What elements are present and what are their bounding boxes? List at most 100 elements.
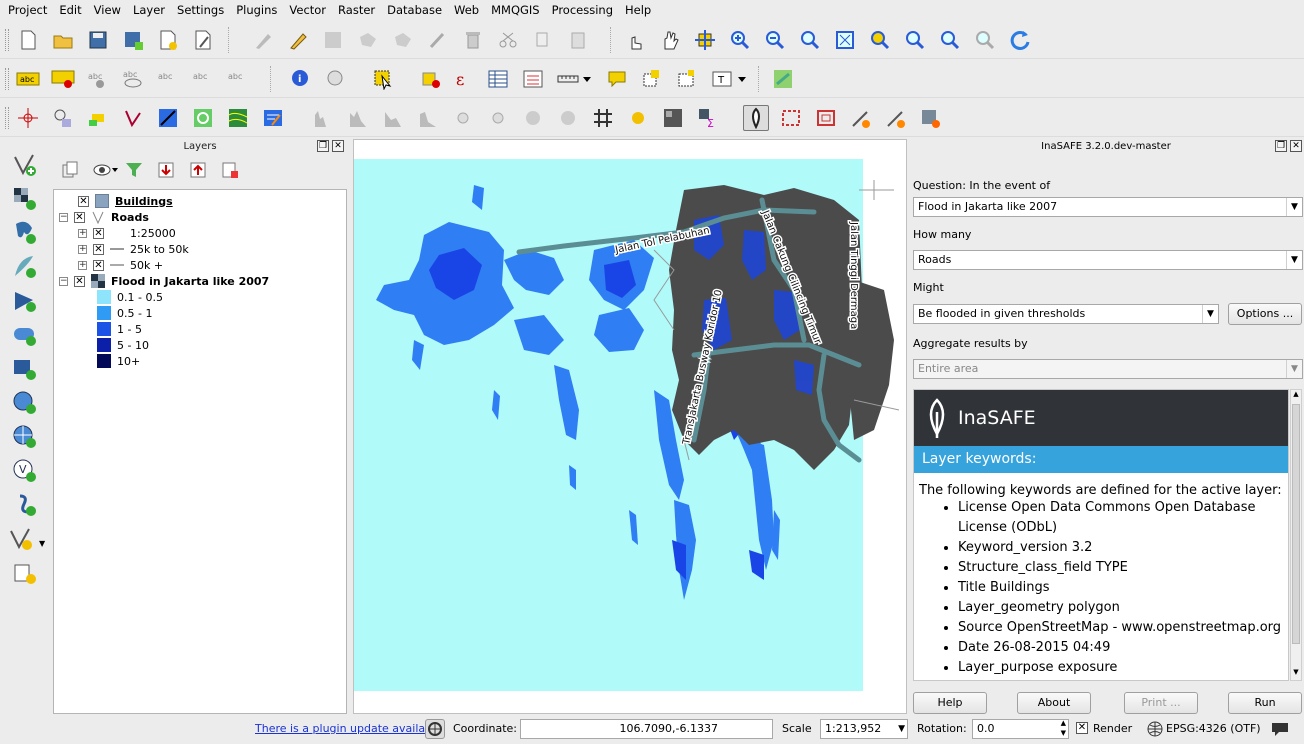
layer-visibility-checkbox[interactable]: ✕ [74, 211, 85, 223]
scroll-thumb[interactable] [1292, 404, 1300, 644]
toolbar-grip[interactable] [5, 68, 9, 90]
filter-legend-icon[interactable] [125, 161, 143, 179]
node-tool-icon[interactable] [425, 27, 451, 53]
raster-tool-icon[interactable] [155, 105, 181, 131]
histogram-3-icon[interactable] [380, 105, 406, 131]
road-class-25k-50k[interactable]: + ✕ 25k to 50k [78, 241, 189, 257]
add-spatialite-layer-icon[interactable] [10, 252, 40, 282]
pan-to-selection-icon[interactable] [692, 27, 718, 53]
menu-help[interactable]: Help [619, 0, 657, 20]
add-feature-icon[interactable] [355, 27, 381, 53]
inasafe-analysis-extent-icon[interactable] [813, 105, 839, 131]
layer-roads[interactable]: − ✕ Roads [59, 209, 149, 225]
run-feature-action-icon[interactable] [323, 66, 349, 92]
zoom-to-selection-icon[interactable] [867, 27, 893, 53]
run-button[interactable]: Run [1228, 692, 1302, 714]
menu-web[interactable]: Web [448, 0, 485, 20]
add-raster-layer-icon[interactable] [10, 184, 40, 214]
delete-selected-icon[interactable] [460, 27, 486, 53]
expand-toggle[interactable]: + [78, 260, 87, 270]
inasafe-wizard-2-icon[interactable] [883, 105, 909, 131]
attribute-table-icon[interactable] [485, 66, 511, 92]
options-button[interactable]: Options ... [1228, 303, 1302, 325]
float-panel-button[interactable]: ❐ [1275, 140, 1287, 152]
measure-dropdown-icon[interactable] [580, 66, 594, 92]
zoom-to-layer-icon[interactable] [902, 27, 928, 53]
plugin-update-link[interactable]: There is a plugin update available [255, 722, 442, 735]
map-tips-icon[interactable] [604, 66, 630, 92]
expand-all-icon[interactable] [157, 161, 175, 179]
menu-raster[interactable]: Raster [332, 0, 381, 20]
menu-edit[interactable]: Edit [53, 0, 87, 20]
add-mssql-layer-icon[interactable] [10, 286, 40, 316]
open-project-icon[interactable] [50, 27, 76, 53]
globe-disabled-icon[interactable] [520, 105, 546, 131]
toggle-editing-icon[interactable] [285, 27, 311, 53]
coordinate-capture-icon[interactable] [15, 105, 41, 131]
sun-icon[interactable] [450, 105, 476, 131]
float-panel-button[interactable]: ❐ [317, 140, 329, 152]
refresh-icon[interactable] [1007, 27, 1033, 53]
expand-toggle[interactable]: + [78, 228, 87, 238]
close-panel-button[interactable]: ✕ [332, 140, 344, 152]
identify-features-icon[interactable]: i [288, 66, 314, 92]
measure-line-icon[interactable] [555, 66, 581, 92]
hazard-layer-combo[interactable]: Flood in Jakarta like 2007 ▼ [913, 197, 1303, 217]
pan-map-icon[interactable] [657, 27, 683, 53]
class-visibility-checkbox[interactable]: ✕ [93, 227, 104, 239]
save-project-icon[interactable] [85, 27, 111, 53]
new-print-composer-icon[interactable] [155, 27, 181, 53]
manage-visibility-icon[interactable] [93, 161, 119, 179]
select-features-icon[interactable] [370, 66, 396, 92]
menu-processing[interactable]: Processing [546, 0, 619, 20]
add-oracle-layer-icon[interactable] [10, 320, 40, 350]
inasafe-report-icon[interactable] [918, 105, 944, 131]
refresh-raster-icon[interactable] [190, 105, 216, 131]
report-scrollbar[interactable]: ▲ ▼ [1290, 389, 1302, 681]
map-canvas[interactable]: Jalan Tol Pelabuhan Jalan Cakung Cilinci… [353, 139, 907, 714]
sun-2-icon[interactable] [485, 105, 511, 131]
edit-script-icon[interactable] [260, 105, 286, 131]
label-move-icon[interactable]: abc [155, 66, 181, 92]
zonal-statistics-icon[interactable]: Σ [695, 105, 721, 131]
globe-disabled-2-icon[interactable] [555, 105, 581, 131]
zoom-native-icon[interactable] [797, 27, 823, 53]
point-icon[interactable] [625, 105, 651, 131]
menu-database[interactable]: Database [381, 0, 448, 20]
inasafe-dock-icon[interactable] [743, 105, 769, 131]
select-by-expression-icon[interactable]: ε [450, 66, 476, 92]
label-pin-icon[interactable] [50, 66, 76, 92]
impact-function-combo[interactable]: Be flooded in given thresholds ▼ [913, 304, 1219, 324]
aggregation-combo[interactable]: Entire area ▼ [913, 359, 1303, 379]
add-group-icon[interactable] [61, 161, 79, 179]
histogram-4-icon[interactable] [415, 105, 441, 131]
scale-combo[interactable]: 1:213,952 ▼ [820, 719, 908, 739]
paste-features-icon[interactable] [565, 27, 591, 53]
label-show-hide-icon[interactable]: abc [120, 66, 146, 92]
class-visibility-checkbox[interactable]: ✕ [93, 259, 104, 271]
spin-arrows-icon[interactable]: ▲ ▼ [1061, 718, 1066, 738]
menu-view[interactable]: View [88, 0, 127, 20]
layer-flood-jakarta[interactable]: − ✕ Flood in Jakarta like 2007 [59, 273, 269, 289]
annotation-dropdown-icon[interactable] [735, 66, 749, 92]
new-project-icon[interactable] [15, 27, 41, 53]
add-wkt-layer-icon[interactable] [10, 558, 40, 588]
save-as-icon[interactable] [120, 27, 146, 53]
composer-manager-icon[interactable] [190, 27, 216, 53]
remove-layer-icon[interactable] [221, 161, 239, 179]
toolbar-grip[interactable] [5, 29, 9, 51]
layer-visibility-checkbox[interactable]: ✕ [74, 275, 85, 287]
move-feature-icon[interactable] [390, 27, 416, 53]
expand-toggle[interactable]: + [78, 244, 87, 254]
label-rotate-icon[interactable]: abc [190, 66, 216, 92]
raster-calc-icon[interactable] [660, 105, 686, 131]
gps-tools-icon[interactable] [85, 105, 111, 131]
menu-vector[interactable]: Vector [283, 0, 332, 20]
save-layer-edits-icon[interactable] [320, 27, 346, 53]
road-class-50k-plus[interactable]: + ✕ 50k + [78, 257, 163, 273]
add-vector-layer-icon[interactable] [10, 150, 40, 180]
close-panel-button[interactable]: ✕ [1290, 140, 1302, 152]
help-button[interactable]: Help [913, 692, 987, 714]
messages-icon[interactable] [1270, 720, 1290, 738]
label-tool-icon[interactable]: abc [15, 66, 41, 92]
